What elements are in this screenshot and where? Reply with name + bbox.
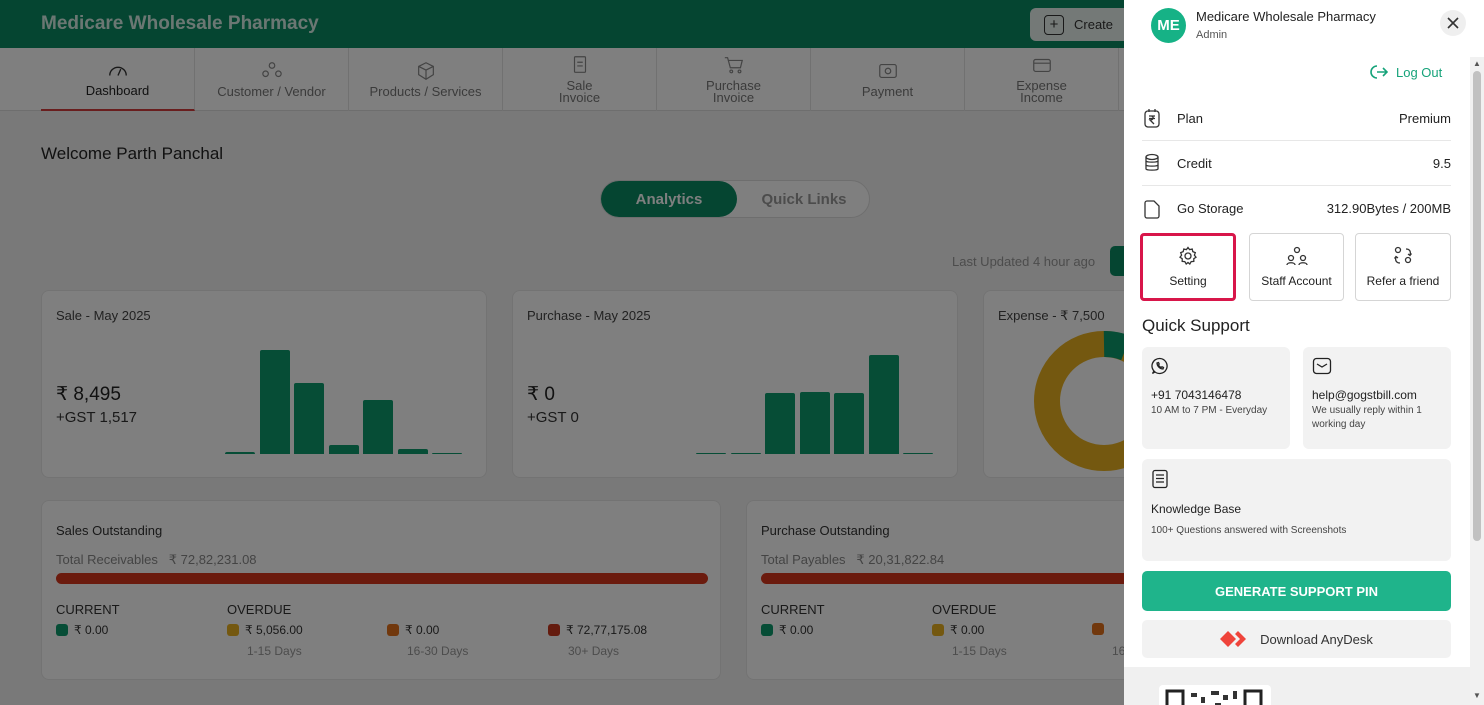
anydesk-icon <box>1220 631 1247 647</box>
close-icon <box>1447 17 1459 29</box>
close-button[interactable] <box>1440 10 1466 36</box>
avatar: ME <box>1151 8 1186 43</box>
coins-icon <box>1142 153 1162 173</box>
rupee-icon <box>1142 108 1162 128</box>
credit-value: 9.5 <box>1432 155 1451 171</box>
account-drawer: ME Medicare Wholesale Pharmacy Admin Log… <box>1124 0 1484 705</box>
email-support-card[interactable]: help@gogstbill.com We usually reply with… <box>1303 347 1451 449</box>
storage-value: 312.90Bytes / 200MB <box>1326 201 1451 216</box>
logout-button[interactable]: Log Out <box>1370 64 1442 80</box>
staff-label: Staff Account <box>1261 274 1332 288</box>
refer-label: Refer a friend <box>1366 274 1440 288</box>
knowledge-base-note: 100+ Questions answered with Screenshots <box>1151 525 1347 536</box>
drawer-header: ME Medicare Wholesale Pharmacy Admin <box>1124 0 1484 52</box>
document-icon <box>1152 469 1168 489</box>
credit-row: Credit 9.5 <box>1142 141 1451 186</box>
modal-backdrop[interactable] <box>0 0 1124 705</box>
plan-label: Plan <box>1177 110 1204 126</box>
anydesk-label: Download AnyDesk <box>1260 631 1373 647</box>
knowledge-base-card[interactable]: Knowledge Base 100+ Questions answered w… <box>1142 459 1451 561</box>
knowledge-base-title: Knowledge Base <box>1151 502 1242 516</box>
gear-icon <box>1179 246 1197 265</box>
credit-label: Credit <box>1177 155 1212 171</box>
setting-button[interactable]: Setting <box>1140 233 1236 301</box>
staff-account-button[interactable]: Staff Account <box>1249 233 1344 301</box>
qr-code-icon <box>1159 685 1271 705</box>
scroll-up-arrow[interactable]: ▲ <box>1472 59 1482 69</box>
scrollbar-thumb[interactable] <box>1473 71 1481 541</box>
download-anydesk-button[interactable]: Download AnyDesk <box>1142 620 1451 658</box>
storage-label: Go Storage <box>1177 201 1244 216</box>
refer-friend-button[interactable]: Refer a friend <box>1355 233 1451 301</box>
phone-support-card[interactable]: +91 7043146478 10 AM to 7 PM - Everyday <box>1142 347 1290 449</box>
mail-icon <box>1312 357 1332 375</box>
quick-support-title: Quick Support <box>1142 316 1250 335</box>
qr-section <box>1124 667 1484 705</box>
email-note: We usually reply within 1 working day <box>1312 405 1422 430</box>
plan-row: Plan Premium <box>1142 96 1451 141</box>
scroll-down-arrow[interactable]: ▼ <box>1472 691 1482 701</box>
refer-icon <box>1393 246 1413 264</box>
org-name: Medicare Wholesale Pharmacy <box>1196 9 1376 24</box>
staff-icon <box>1285 246 1308 266</box>
plan-value: Premium <box>1398 110 1451 126</box>
logout-label: Log Out <box>1396 64 1443 80</box>
storage-row: Go Storage 312.90Bytes / 200MB <box>1142 186 1451 231</box>
phone-number: +91 7043146478 <box>1151 388 1242 402</box>
drawer-scrollbar[interactable]: ▲ ▼ <box>1470 57 1484 705</box>
logout-icon <box>1370 65 1388 79</box>
org-role: Admin <box>1196 29 1228 41</box>
phone-hours: 10 AM to 7 PM - Everyday <box>1151 405 1268 416</box>
generate-support-pin-button[interactable]: GENERATE SUPPORT PIN <box>1142 571 1451 611</box>
whatsapp-icon <box>1151 357 1168 375</box>
storage-icon <box>1142 199 1162 219</box>
setting-label: Setting <box>1169 274 1207 288</box>
support-email: help@gogstbill.com <box>1312 388 1417 402</box>
